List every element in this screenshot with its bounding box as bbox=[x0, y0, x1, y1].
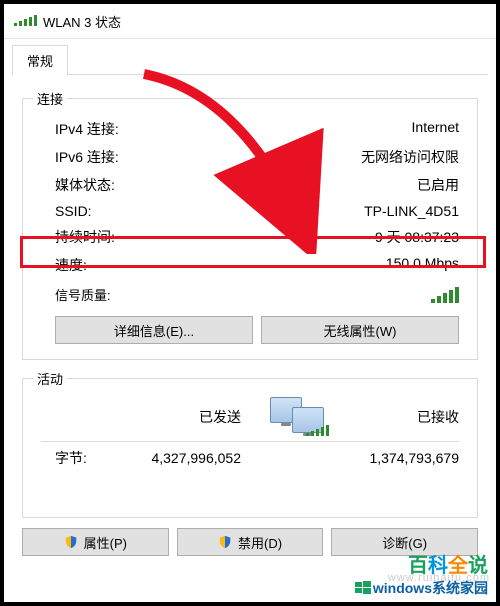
tab-general[interactable]: 常规 bbox=[12, 45, 68, 76]
ipv6-value: 无网络访问权限 bbox=[361, 147, 459, 167]
group-activity: 活动 已发送 已接收 字节: 4,327,996,052 1,374,793,6… bbox=[22, 378, 478, 518]
ipv4-value: Internet bbox=[412, 119, 459, 139]
details-button[interactable]: 详细信息(E)... bbox=[55, 316, 253, 344]
window-title: WLAN 3 状态 bbox=[43, 12, 121, 31]
branding-logo: 百科全说 windows系统家园 bbox=[355, 549, 488, 598]
received-header: 已接收 bbox=[343, 407, 477, 427]
branding-title: 百科全说 bbox=[408, 549, 488, 578]
speed-value: 150.0 Mbps bbox=[386, 255, 459, 275]
duration-value: 9 天 08:37:23 bbox=[375, 227, 459, 247]
speed-label: 速度: bbox=[55, 255, 87, 275]
shield-icon bbox=[218, 535, 232, 549]
signal-label: 信号质量: bbox=[55, 285, 111, 304]
ssid-value: TP-LINK_4D51 bbox=[364, 203, 459, 219]
signal-bars-icon bbox=[431, 287, 459, 303]
group-connection-legend: 连接 bbox=[33, 89, 67, 108]
media-label: 媒体状态: bbox=[55, 175, 115, 195]
duration-label: 持续时间: bbox=[55, 227, 115, 247]
activity-monitors-icon bbox=[270, 397, 326, 437]
media-value: 已启用 bbox=[417, 175, 459, 195]
ipv4-label: IPv4 连接: bbox=[55, 119, 119, 139]
windows-icon bbox=[355, 580, 371, 596]
sent-header: 已发送 bbox=[125, 407, 253, 427]
group-activity-legend: 活动 bbox=[33, 369, 67, 388]
shield-icon bbox=[64, 535, 78, 549]
group-connection: 连接 IPv4 连接:Internet IPv6 连接:无网络访问权限 媒体状态… bbox=[22, 98, 478, 360]
wireless-properties-button[interactable]: 无线属性(W) bbox=[261, 316, 459, 344]
ssid-label: SSID: bbox=[55, 203, 92, 219]
bytes-sent: 4,327,996,052 bbox=[125, 450, 253, 466]
ipv6-label: IPv6 连接: bbox=[55, 147, 119, 167]
disable-button[interactable]: 禁用(D) bbox=[177, 528, 324, 556]
title-bar: WLAN 3 状态 bbox=[4, 4, 496, 39]
properties-button[interactable]: 属性(P) bbox=[22, 528, 169, 556]
bytes-label: 字节: bbox=[23, 448, 125, 468]
wifi-icon bbox=[14, 14, 37, 29]
bytes-received: 1,374,793,679 bbox=[343, 450, 477, 466]
branding-subtitle: windows系统家园 bbox=[373, 578, 488, 598]
tab-strip: 常规 bbox=[4, 39, 496, 75]
